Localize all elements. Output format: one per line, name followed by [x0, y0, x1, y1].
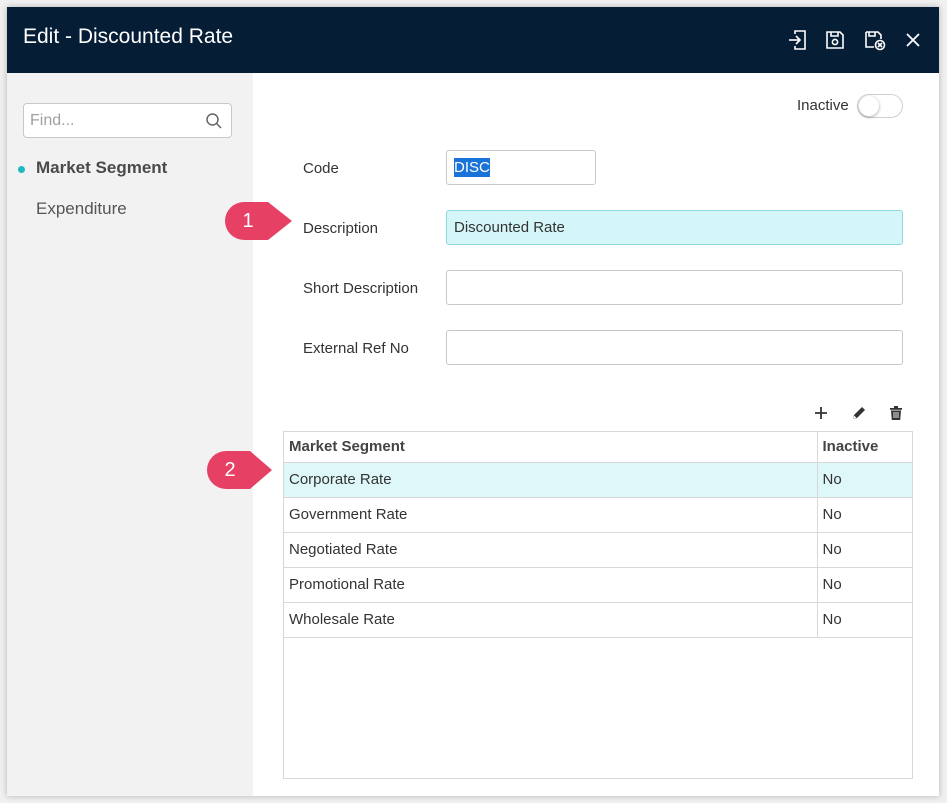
add-row-button[interactable]	[811, 403, 831, 423]
inactive-cell: No	[817, 462, 912, 498]
sidebar-item-expenditure[interactable]: Expenditure	[36, 199, 127, 219]
inactive-toggle[interactable]	[857, 94, 903, 118]
table-row[interactable]: Government Rate No	[284, 497, 912, 533]
export-button[interactable]	[786, 28, 810, 52]
trash-icon	[890, 406, 902, 420]
callout-marker-1: 1	[224, 201, 296, 241]
code-label: Code	[303, 160, 339, 177]
find-input[interactable]	[24, 104, 204, 137]
segment-cell: Corporate Rate	[284, 462, 818, 498]
title-bar: Edit - Discounted Rate	[7, 7, 939, 73]
dialog-title: Edit - Discounted Rate	[23, 25, 234, 48]
inactive-cell: No	[817, 497, 912, 533]
sidebar-item-market-segment[interactable]: Market Segment	[36, 158, 167, 178]
code-value: DISC	[454, 158, 490, 177]
find-box	[23, 103, 232, 138]
sidebar: Market Segment Expenditure	[7, 73, 253, 796]
code-field[interactable]: DISC	[446, 150, 596, 185]
edit-dialog: Edit - Discounted Rate Find... Market Se…	[7, 7, 939, 796]
table-row[interactable]: Negotiated Rate No	[284, 532, 912, 568]
grid-header-row: Market Segment Inactive	[284, 432, 912, 463]
pencil-icon	[853, 407, 865, 419]
segment-cell: Negotiated Rate	[284, 532, 818, 568]
external-ref-field[interactable]	[446, 330, 903, 365]
plus-icon	[815, 407, 827, 419]
description-label: Description	[303, 220, 379, 237]
inactive-cell: No	[817, 532, 912, 568]
table-row[interactable]: Promotional Rate No	[284, 567, 912, 603]
save-close-icon	[865, 31, 886, 51]
toggle-knob	[859, 96, 879, 116]
short-description-label: Short Description	[303, 280, 419, 297]
segment-cell: Wholesale Rate	[284, 602, 818, 638]
inactive-label: Inactive	[797, 97, 849, 114]
main-panel: Inactive Code DISC Description Short Des…	[253, 73, 939, 796]
search-icon[interactable]	[205, 112, 223, 130]
segment-cell: Promotional Rate	[284, 567, 818, 603]
short-description-field[interactable]	[446, 270, 903, 305]
active-indicator-dot	[18, 166, 25, 173]
external-ref-label: External Ref No	[303, 340, 409, 357]
callout-marker-2: 2	[206, 450, 278, 490]
callout-number: 1	[242, 210, 254, 232]
column-header-market-segment[interactable]: Market Segment	[284, 432, 818, 463]
table-row[interactable]: Wholesale Rate No	[284, 602, 912, 638]
save-button[interactable]	[823, 28, 847, 52]
segment-cell: Government Rate	[284, 497, 818, 533]
inactive-cell: No	[817, 567, 912, 603]
callout-number: 2	[224, 459, 236, 481]
market-segment-grid: Market Segment Inactive Corporate Rate N…	[283, 431, 913, 779]
close-icon	[906, 33, 920, 47]
column-header-inactive[interactable]: Inactive	[817, 432, 912, 463]
inactive-cell: No	[817, 602, 912, 638]
delete-row-button[interactable]	[886, 403, 906, 423]
edit-row-button[interactable]	[849, 403, 869, 423]
description-field[interactable]	[446, 210, 903, 245]
save-and-close-button[interactable]	[863, 28, 887, 52]
close-button[interactable]	[901, 28, 925, 52]
table-row[interactable]: Corporate Rate No	[284, 462, 912, 498]
export-icon	[789, 30, 806, 50]
save-icon	[826, 31, 844, 49]
